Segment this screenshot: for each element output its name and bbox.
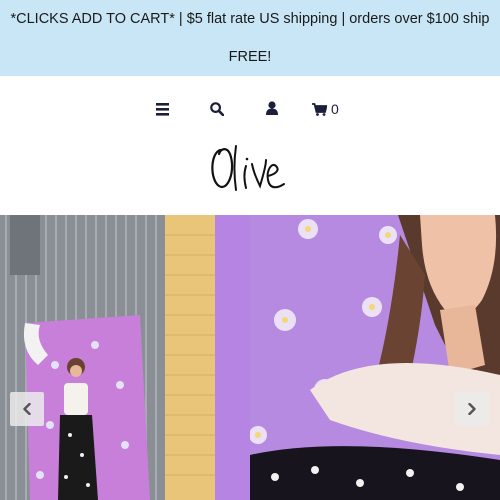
account-icon bbox=[266, 101, 278, 115]
slideshow-next-button[interactable] bbox=[455, 392, 489, 426]
olive-logo-image bbox=[211, 145, 285, 191]
cart-icon bbox=[312, 102, 327, 116]
announcement-text: *CLICKS ADD TO CART* | $5 flat rate US s… bbox=[10, 11, 490, 65]
hero-image-left bbox=[0, 215, 250, 500]
announcement-bar: *CLICKS ADD TO CART* | $5 flat rate US s… bbox=[0, 0, 500, 76]
store-logo[interactable] bbox=[206, 140, 296, 202]
header-nav: 0 bbox=[0, 76, 500, 128]
slideshow-prev-button[interactable] bbox=[10, 392, 44, 426]
hero-image-right bbox=[250, 215, 500, 500]
menu-button[interactable] bbox=[156, 95, 170, 123]
chevron-right-icon bbox=[468, 403, 476, 415]
search-icon bbox=[210, 102, 224, 116]
account-button[interactable] bbox=[266, 94, 278, 122]
cart-count: 0 bbox=[331, 101, 339, 117]
menu-icon bbox=[156, 102, 169, 116]
hero-slideshow bbox=[0, 215, 500, 500]
cart-button[interactable]: 0 bbox=[312, 95, 339, 123]
chevron-left-icon bbox=[23, 403, 31, 415]
search-button[interactable] bbox=[210, 95, 224, 123]
